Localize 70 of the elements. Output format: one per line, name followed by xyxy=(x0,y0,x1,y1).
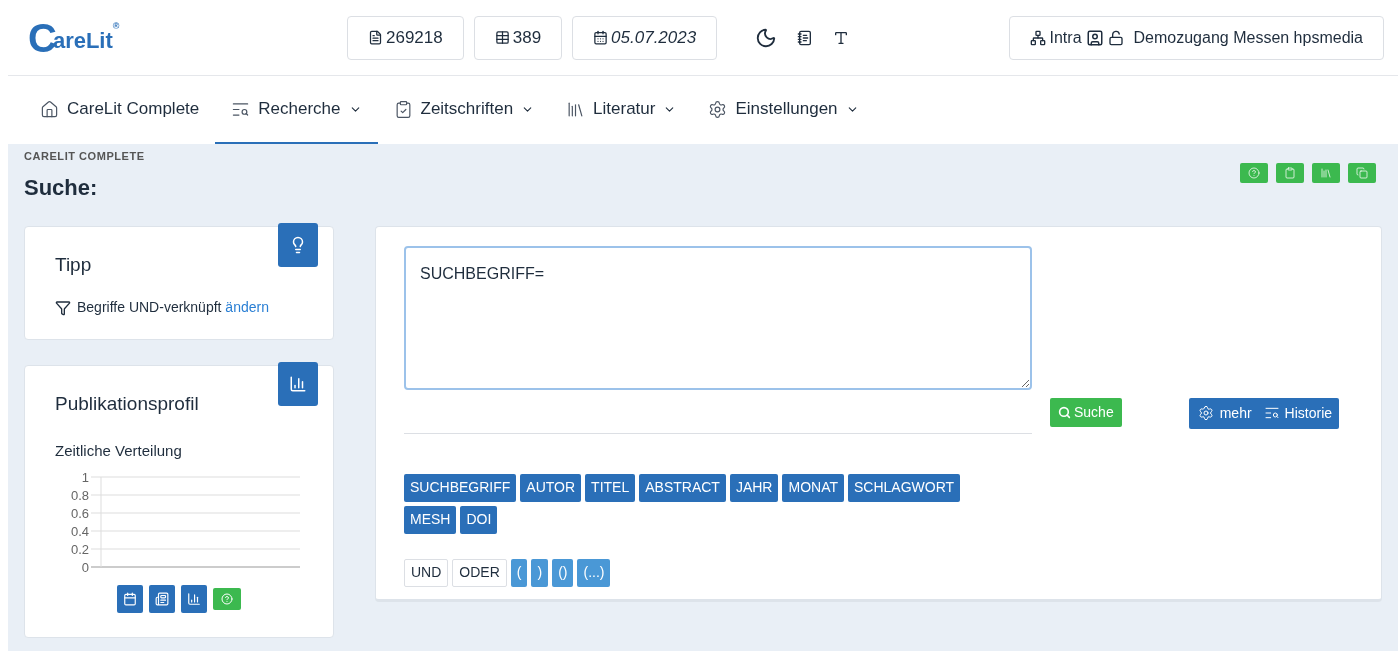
field-tag-button[interactable]: SUCHBEGRIFF xyxy=(404,473,517,502)
home-icon xyxy=(40,99,59,119)
user-name: Demozugang Messen hpsmedia xyxy=(1133,27,1363,48)
chart-title: Zeitliche Verteilung xyxy=(55,441,183,461)
profile-title: Publikationsprofil xyxy=(55,391,200,416)
page-title: Suche: xyxy=(24,173,99,202)
counter-button[interactable]: 269218 xyxy=(347,15,464,60)
axis-tick-label: 1 xyxy=(81,469,89,485)
settings-icon xyxy=(1197,405,1214,421)
copy-icon xyxy=(1356,167,1368,179)
search-query-field[interactable]: SUCHBEGRIFF= xyxy=(404,245,1032,390)
field-tag-button[interactable]: MESH xyxy=(404,505,457,534)
newspaper-icon xyxy=(155,591,169,606)
user-button[interactable]: Intra Demozugang Messen hpsmedia xyxy=(1008,15,1384,60)
filter-icon xyxy=(55,299,71,316)
field-tag-button[interactable]: DOI xyxy=(460,505,498,534)
field-tag-button[interactable]: JAHR xyxy=(729,473,779,502)
unlock-icon xyxy=(1107,29,1124,46)
view-button[interactable] xyxy=(181,584,207,613)
view-button[interactable] xyxy=(117,584,143,613)
operator-button[interactable]: ) xyxy=(531,558,549,587)
breadcrumb: CARELIT COMPLETE xyxy=(24,149,145,164)
history-icon xyxy=(1263,405,1280,421)
tip-text: Begriffe UND-verknüpft ändern xyxy=(77,298,269,317)
history-button[interactable]: Historie xyxy=(1255,397,1340,429)
help-button[interactable] xyxy=(213,587,241,610)
calendar-icon xyxy=(593,30,609,45)
operator-button[interactable]: () xyxy=(552,558,574,587)
clipboard-icon xyxy=(1284,167,1296,179)
more-button[interactable]: mehr xyxy=(1188,397,1256,429)
field-tag-button[interactable]: SCHLAGWORT xyxy=(848,473,961,502)
counter-button[interactable]: 05.07.2023 xyxy=(572,15,718,60)
field-tag-button[interactable]: MONAT xyxy=(782,473,844,502)
change-link[interactable]: ändern xyxy=(225,299,269,315)
network-icon xyxy=(1029,29,1046,46)
nav-tab[interactable]: Literatur xyxy=(550,76,693,144)
tip-title: Tipp xyxy=(55,252,93,277)
operator-button[interactable]: ( xyxy=(510,558,528,587)
operator-button[interactable]: (...) xyxy=(577,558,611,587)
network-label: Intra xyxy=(1049,27,1082,48)
logo: CareLit ® xyxy=(28,17,121,58)
chart-icon xyxy=(289,374,307,393)
user-icon xyxy=(1085,28,1104,47)
help-icon xyxy=(1248,167,1260,179)
view-button[interactable] xyxy=(149,584,175,613)
axis-tick-label: 0.2 xyxy=(70,541,89,557)
axis-tick-label: 0 xyxy=(81,559,89,573)
axis-tick-label: 0.6 xyxy=(70,505,89,521)
text-icon[interactable] xyxy=(833,29,850,46)
nav-tab[interactable]: CareLit Complete xyxy=(24,76,216,144)
field-tag-button[interactable]: TITEL xyxy=(585,473,636,502)
counter-button[interactable]: 389 xyxy=(473,15,563,60)
nav-tab[interactable]: Einstellungen xyxy=(692,76,875,144)
axis-tick-label: 0.8 xyxy=(70,487,89,503)
calendar-icon xyxy=(123,591,137,606)
field-tag-button[interactable]: ABSTRACT xyxy=(639,473,726,502)
field-tag-button[interactable]: AUTOR xyxy=(520,473,582,502)
books-icon xyxy=(1320,167,1332,179)
search-icon xyxy=(1058,405,1071,419)
table-icon xyxy=(494,30,510,45)
axis-tick-label: 0.4 xyxy=(70,523,89,539)
bar-chart-icon xyxy=(187,591,201,606)
document-icon xyxy=(368,30,383,45)
nav-tab[interactable]: Zeitschriften xyxy=(377,76,551,144)
settings-icon xyxy=(708,99,728,119)
notebook-icon[interactable] xyxy=(797,29,814,46)
operator-button[interactable]: ODER xyxy=(452,558,507,587)
moon-icon[interactable] xyxy=(755,26,778,49)
help-icon xyxy=(221,592,233,605)
operator-button[interactable]: UND xyxy=(404,558,449,587)
